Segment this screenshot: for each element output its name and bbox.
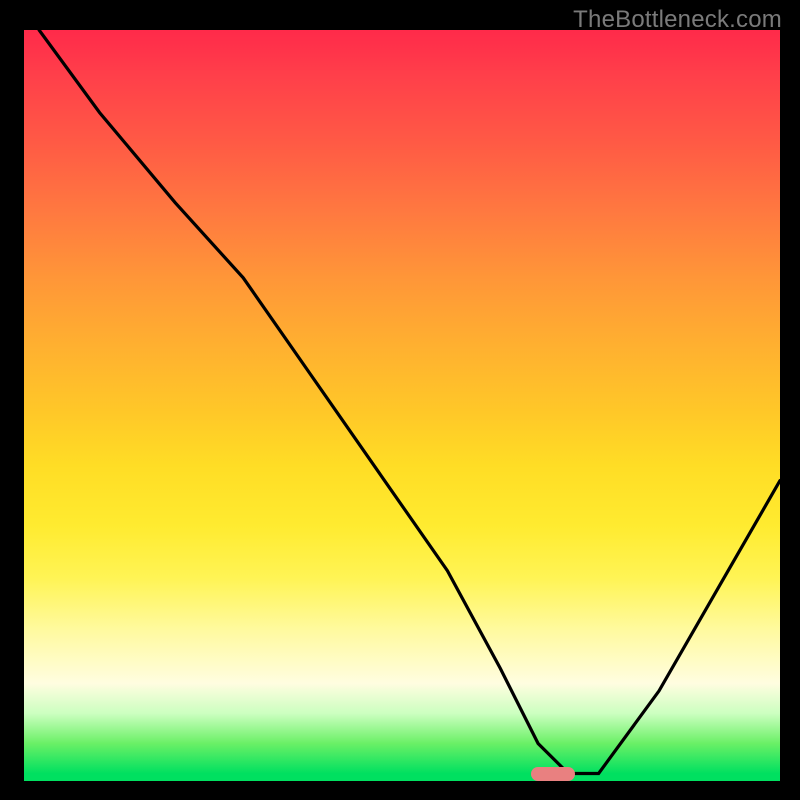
bottleneck-curve bbox=[20, 30, 780, 785]
optimal-marker bbox=[531, 767, 575, 781]
chart-frame bbox=[20, 30, 780, 785]
